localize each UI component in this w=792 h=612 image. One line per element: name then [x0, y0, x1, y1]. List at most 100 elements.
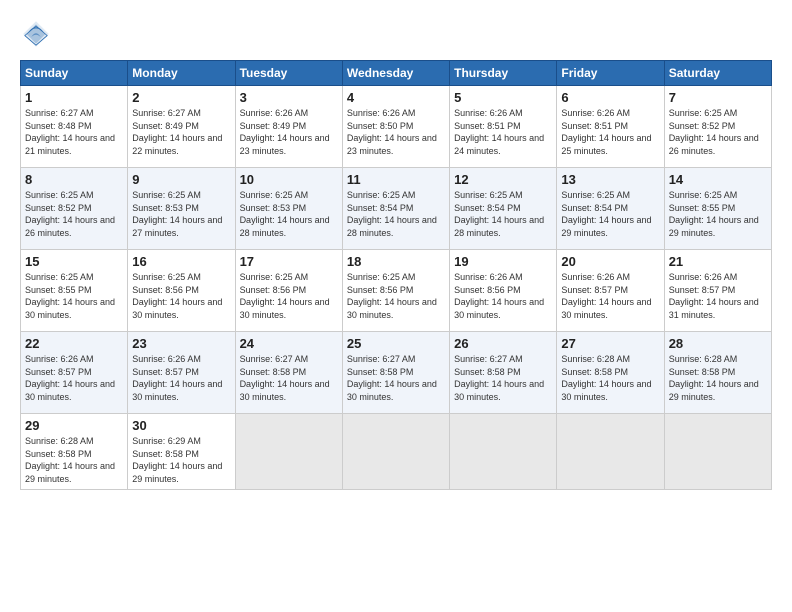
- day-cell: 2 Sunrise: 6:27 AMSunset: 8:49 PMDaylight…: [128, 86, 235, 168]
- week-row-4: 22 Sunrise: 6:26 AMSunset: 8:57 PMDayligh…: [21, 332, 772, 414]
- day-cell: 3 Sunrise: 6:26 AMSunset: 8:49 PMDaylight…: [235, 86, 342, 168]
- day-number: 22: [25, 336, 123, 351]
- day-number: 7: [669, 90, 767, 105]
- day-number: 28: [669, 336, 767, 351]
- day-cell: 9 Sunrise: 6:25 AMSunset: 8:53 PMDaylight…: [128, 168, 235, 250]
- logo-icon: [20, 18, 52, 50]
- day-info: Sunrise: 6:25 AMSunset: 8:53 PMDaylight:…: [240, 189, 338, 239]
- day-info: Sunrise: 6:25 AMSunset: 8:53 PMDaylight:…: [132, 189, 230, 239]
- header-cell-tuesday: Tuesday: [235, 61, 342, 86]
- day-info: Sunrise: 6:26 AMSunset: 8:57 PMDaylight:…: [669, 271, 767, 321]
- day-info: Sunrise: 6:28 AMSunset: 8:58 PMDaylight:…: [669, 353, 767, 403]
- day-number: 3: [240, 90, 338, 105]
- day-number: 25: [347, 336, 445, 351]
- day-info: Sunrise: 6:25 AMSunset: 8:56 PMDaylight:…: [132, 271, 230, 321]
- day-number: 1: [25, 90, 123, 105]
- day-cell: 11Sunrise: 6:25 AMSunset: 8:54 PMDayligh…: [342, 168, 449, 250]
- header-cell-thursday: Thursday: [450, 61, 557, 86]
- day-number: 20: [561, 254, 659, 269]
- day-number: 24: [240, 336, 338, 351]
- day-number: 21: [669, 254, 767, 269]
- day-number: 4: [347, 90, 445, 105]
- day-cell: 14 Sunrise: 6:25 AMSunset: 8:55 PMDayligh…: [664, 168, 771, 250]
- day-cell: 12Sunrise: 6:25 AMSunset: 8:54 PMDayligh…: [450, 168, 557, 250]
- day-info: Sunrise: 6:26 AMSunset: 8:57 PMDaylight:…: [132, 353, 230, 403]
- logo: [20, 18, 58, 50]
- day-cell: [342, 414, 449, 490]
- day-number: 29: [25, 418, 123, 433]
- day-number: 2: [132, 90, 230, 105]
- header: [20, 18, 772, 50]
- day-number: 17: [240, 254, 338, 269]
- day-number: 14: [669, 172, 767, 187]
- day-info: Sunrise: 6:25 AMSunset: 8:56 PMDaylight:…: [347, 271, 445, 321]
- day-info: Sunrise: 6:26 AMSunset: 8:49 PMDaylight:…: [240, 107, 338, 157]
- day-info: Sunrise: 6:25 AMSunset: 8:54 PMDaylight:…: [347, 189, 445, 239]
- day-number: 13: [561, 172, 659, 187]
- day-cell: 8 Sunrise: 6:25 AMSunset: 8:52 PMDaylight…: [21, 168, 128, 250]
- day-cell: 30 Sunrise: 6:29 AMSunset: 8:58 PMDayligh…: [128, 414, 235, 490]
- day-number: 8: [25, 172, 123, 187]
- header-cell-monday: Monday: [128, 61, 235, 86]
- week-row-2: 8 Sunrise: 6:25 AMSunset: 8:52 PMDaylight…: [21, 168, 772, 250]
- calendar-table: SundayMondayTuesdayWednesdayThursdayFrid…: [20, 60, 772, 490]
- day-number: 26: [454, 336, 552, 351]
- header-cell-friday: Friday: [557, 61, 664, 86]
- day-number: 16: [132, 254, 230, 269]
- day-cell: 18 Sunrise: 6:25 AMSunset: 8:56 PMDayligh…: [342, 250, 449, 332]
- calendar-page: SundayMondayTuesdayWednesdayThursdayFrid…: [0, 0, 792, 612]
- day-cell: 15 Sunrise: 6:25 AMSunset: 8:55 PMDayligh…: [21, 250, 128, 332]
- day-cell: 29 Sunrise: 6:28 AMSunset: 8:58 PMDayligh…: [21, 414, 128, 490]
- day-number: 27: [561, 336, 659, 351]
- day-cell: 6 Sunrise: 6:26 AMSunset: 8:51 PMDaylight…: [557, 86, 664, 168]
- day-cell: 5 Sunrise: 6:26 AMSunset: 8:51 PMDaylight…: [450, 86, 557, 168]
- day-cell: 10 Sunrise: 6:25 AMSunset: 8:53 PMDayligh…: [235, 168, 342, 250]
- day-cell: 20 Sunrise: 6:26 AMSunset: 8:57 PMDayligh…: [557, 250, 664, 332]
- day-number: 18: [347, 254, 445, 269]
- day-cell: 17 Sunrise: 6:25 AMSunset: 8:56 PMDayligh…: [235, 250, 342, 332]
- day-info: Sunrise: 6:26 AMSunset: 8:50 PMDaylight:…: [347, 107, 445, 157]
- day-cell: [664, 414, 771, 490]
- day-cell: [450, 414, 557, 490]
- day-number: 23: [132, 336, 230, 351]
- day-info: Sunrise: 6:26 AMSunset: 8:57 PMDaylight:…: [25, 353, 123, 403]
- day-cell: 21 Sunrise: 6:26 AMSunset: 8:57 PMDayligh…: [664, 250, 771, 332]
- day-cell: 22 Sunrise: 6:26 AMSunset: 8:57 PMDayligh…: [21, 332, 128, 414]
- day-cell: [557, 414, 664, 490]
- day-info: Sunrise: 6:26 AMSunset: 8:57 PMDaylight:…: [561, 271, 659, 321]
- day-info: Sunrise: 6:25 AMSunset: 8:52 PMDaylight:…: [669, 107, 767, 157]
- day-cell: 25 Sunrise: 6:27 AMSunset: 8:58 PMDayligh…: [342, 332, 449, 414]
- day-number: 10: [240, 172, 338, 187]
- day-info: Sunrise: 6:25 AMSunset: 8:52 PMDaylight:…: [25, 189, 123, 239]
- day-info: Sunrise: 6:25 AMSunset: 8:54 PMDaylight:…: [454, 189, 552, 239]
- day-number: 30: [132, 418, 230, 433]
- day-info: Sunrise: 6:26 AMSunset: 8:51 PMDaylight:…: [454, 107, 552, 157]
- day-info: Sunrise: 6:27 AMSunset: 8:49 PMDaylight:…: [132, 107, 230, 157]
- day-info: Sunrise: 6:27 AMSunset: 8:58 PMDaylight:…: [240, 353, 338, 403]
- calendar-body: 1Sunrise: 6:27 AMSunset: 8:48 PMDaylight…: [21, 86, 772, 490]
- day-info: Sunrise: 6:27 AMSunset: 8:58 PMDaylight:…: [347, 353, 445, 403]
- day-number: 5: [454, 90, 552, 105]
- day-info: Sunrise: 6:25 AMSunset: 8:56 PMDaylight:…: [240, 271, 338, 321]
- day-info: Sunrise: 6:28 AMSunset: 8:58 PMDaylight:…: [25, 435, 123, 485]
- day-info: Sunrise: 6:26 AMSunset: 8:51 PMDaylight:…: [561, 107, 659, 157]
- header-cell-wednesday: Wednesday: [342, 61, 449, 86]
- day-info: Sunrise: 6:27 AMSunset: 8:58 PMDaylight:…: [454, 353, 552, 403]
- day-cell: 19Sunrise: 6:26 AMSunset: 8:56 PMDayligh…: [450, 250, 557, 332]
- day-number: 6: [561, 90, 659, 105]
- day-cell: 4 Sunrise: 6:26 AMSunset: 8:50 PMDaylight…: [342, 86, 449, 168]
- header-cell-saturday: Saturday: [664, 61, 771, 86]
- day-cell: 16 Sunrise: 6:25 AMSunset: 8:56 PMDayligh…: [128, 250, 235, 332]
- day-number: 9: [132, 172, 230, 187]
- day-cell: 24 Sunrise: 6:27 AMSunset: 8:58 PMDayligh…: [235, 332, 342, 414]
- day-number: 15: [25, 254, 123, 269]
- header-cell-sunday: Sunday: [21, 61, 128, 86]
- day-info: Sunrise: 6:25 AMSunset: 8:55 PMDaylight:…: [25, 271, 123, 321]
- day-info: Sunrise: 6:29 AMSunset: 8:58 PMDaylight:…: [132, 435, 230, 485]
- day-number: 19: [454, 254, 552, 269]
- day-cell: 7 Sunrise: 6:25 AMSunset: 8:52 PMDaylight…: [664, 86, 771, 168]
- day-info: Sunrise: 6:25 AMSunset: 8:55 PMDaylight:…: [669, 189, 767, 239]
- day-cell: 27Sunrise: 6:28 AMSunset: 8:58 PMDayligh…: [557, 332, 664, 414]
- calendar-header: SundayMondayTuesdayWednesdayThursdayFrid…: [21, 61, 772, 86]
- header-row: SundayMondayTuesdayWednesdayThursdayFrid…: [21, 61, 772, 86]
